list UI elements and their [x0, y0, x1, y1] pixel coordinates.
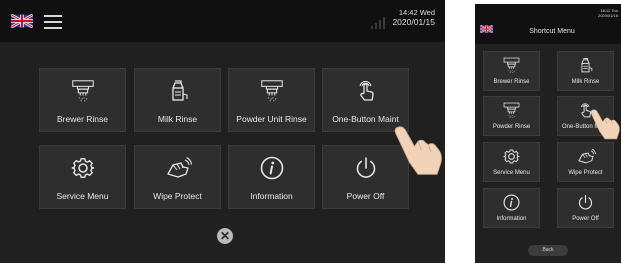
back-button[interactable]: Back — [528, 245, 568, 256]
powder-rinse-icon — [229, 79, 314, 103]
tile-label: Service Menu — [493, 170, 530, 176]
information-button[interactable]: Information — [483, 188, 540, 228]
brewer-rinse-icon — [484, 57, 539, 74]
brewer-rinse-button[interactable]: Brewer Rinse — [483, 51, 540, 91]
tile-label: Milk Rinse — [571, 79, 600, 85]
page-title: Shortcut Menu — [529, 28, 575, 35]
pointing-hand-icon — [589, 108, 621, 145]
right-screen: Shortcut Menu 18:11 Thu 2020/01/16 Brewe… — [475, 4, 621, 263]
milk-rinse-button[interactable]: Milk Rinse — [557, 51, 614, 91]
status-time: 14:42 Wed — [398, 8, 435, 17]
pointing-hand-icon — [392, 124, 444, 181]
tile-label: One-Button Maint — [332, 114, 399, 124]
left-screen: 14:42 Wed 2020/01/15 Brewer Rinse Milk R… — [0, 0, 445, 263]
tile-label: Power Off — [572, 216, 599, 222]
status-clock: 14:42 Wed 2020/01/15 — [392, 8, 435, 28]
wipe-protect-button[interactable]: Wipe Protect — [134, 145, 221, 209]
top-bar: Shortcut Menu 18:11 Thu 2020/01/16 — [475, 4, 621, 44]
powder-unit-rinse-button[interactable]: Powder Unit Rinse — [228, 68, 315, 132]
status-date: 2020/01/15 — [392, 17, 435, 28]
uk-flag-icon[interactable] — [480, 25, 493, 33]
tile-label: Power Off — [346, 191, 385, 201]
info-icon — [229, 156, 314, 180]
tile-label: Wipe Protect — [153, 191, 202, 201]
milk-rinse-icon — [558, 57, 613, 74]
gear-icon — [40, 156, 125, 180]
one-button-maint-button[interactable]: One-Button Maint — [322, 68, 409, 132]
service-menu-button[interactable]: Service Menu — [483, 142, 540, 182]
powder-rinse-icon — [484, 102, 539, 119]
power-off-button[interactable]: Power Off — [557, 188, 614, 228]
milk-rinse-icon — [135, 79, 220, 103]
wipe-hand-icon — [558, 148, 613, 165]
brewer-rinse-button[interactable]: Brewer Rinse — [39, 68, 126, 132]
tile-label: Powder Unit Rinse — [236, 114, 307, 124]
hamburger-menu-icon[interactable] — [44, 15, 62, 33]
power-icon — [558, 194, 613, 211]
tile-label: Brewer Rinse — [56, 114, 109, 124]
tile-label: Wipe Protect — [568, 170, 603, 176]
tile-label: Information — [496, 216, 527, 222]
tile-label: Service Menu — [56, 191, 109, 201]
service-menu-button[interactable]: Service Menu — [39, 145, 126, 209]
information-button[interactable]: Information — [228, 145, 315, 209]
uk-flag-icon[interactable] — [11, 14, 33, 28]
signal-icon — [371, 17, 385, 29]
tile-label: Milk Rinse — [157, 114, 198, 124]
top-bar: 14:42 Wed 2020/01/15 — [0, 0, 445, 42]
tile-label: Information — [250, 191, 293, 201]
brewer-rinse-icon — [40, 79, 125, 103]
tile-label: Powder Rinse — [492, 124, 531, 130]
info-icon — [484, 194, 539, 211]
wipe-protect-button[interactable]: Wipe Protect — [557, 142, 614, 182]
wipe-hand-icon — [135, 156, 220, 180]
close-button[interactable]: ✕ — [217, 228, 233, 244]
status-clock: 18:11 Thu 2020/01/16 — [598, 8, 618, 18]
touch-hand-icon — [323, 79, 408, 103]
status-date: 2020/01/16 — [597, 13, 618, 18]
powder-rinse-button[interactable]: Powder Rinse — [483, 96, 540, 136]
milk-rinse-button[interactable]: Milk Rinse — [134, 68, 221, 132]
gear-icon — [484, 148, 539, 165]
tile-label: Brewer Rinse — [493, 79, 530, 85]
